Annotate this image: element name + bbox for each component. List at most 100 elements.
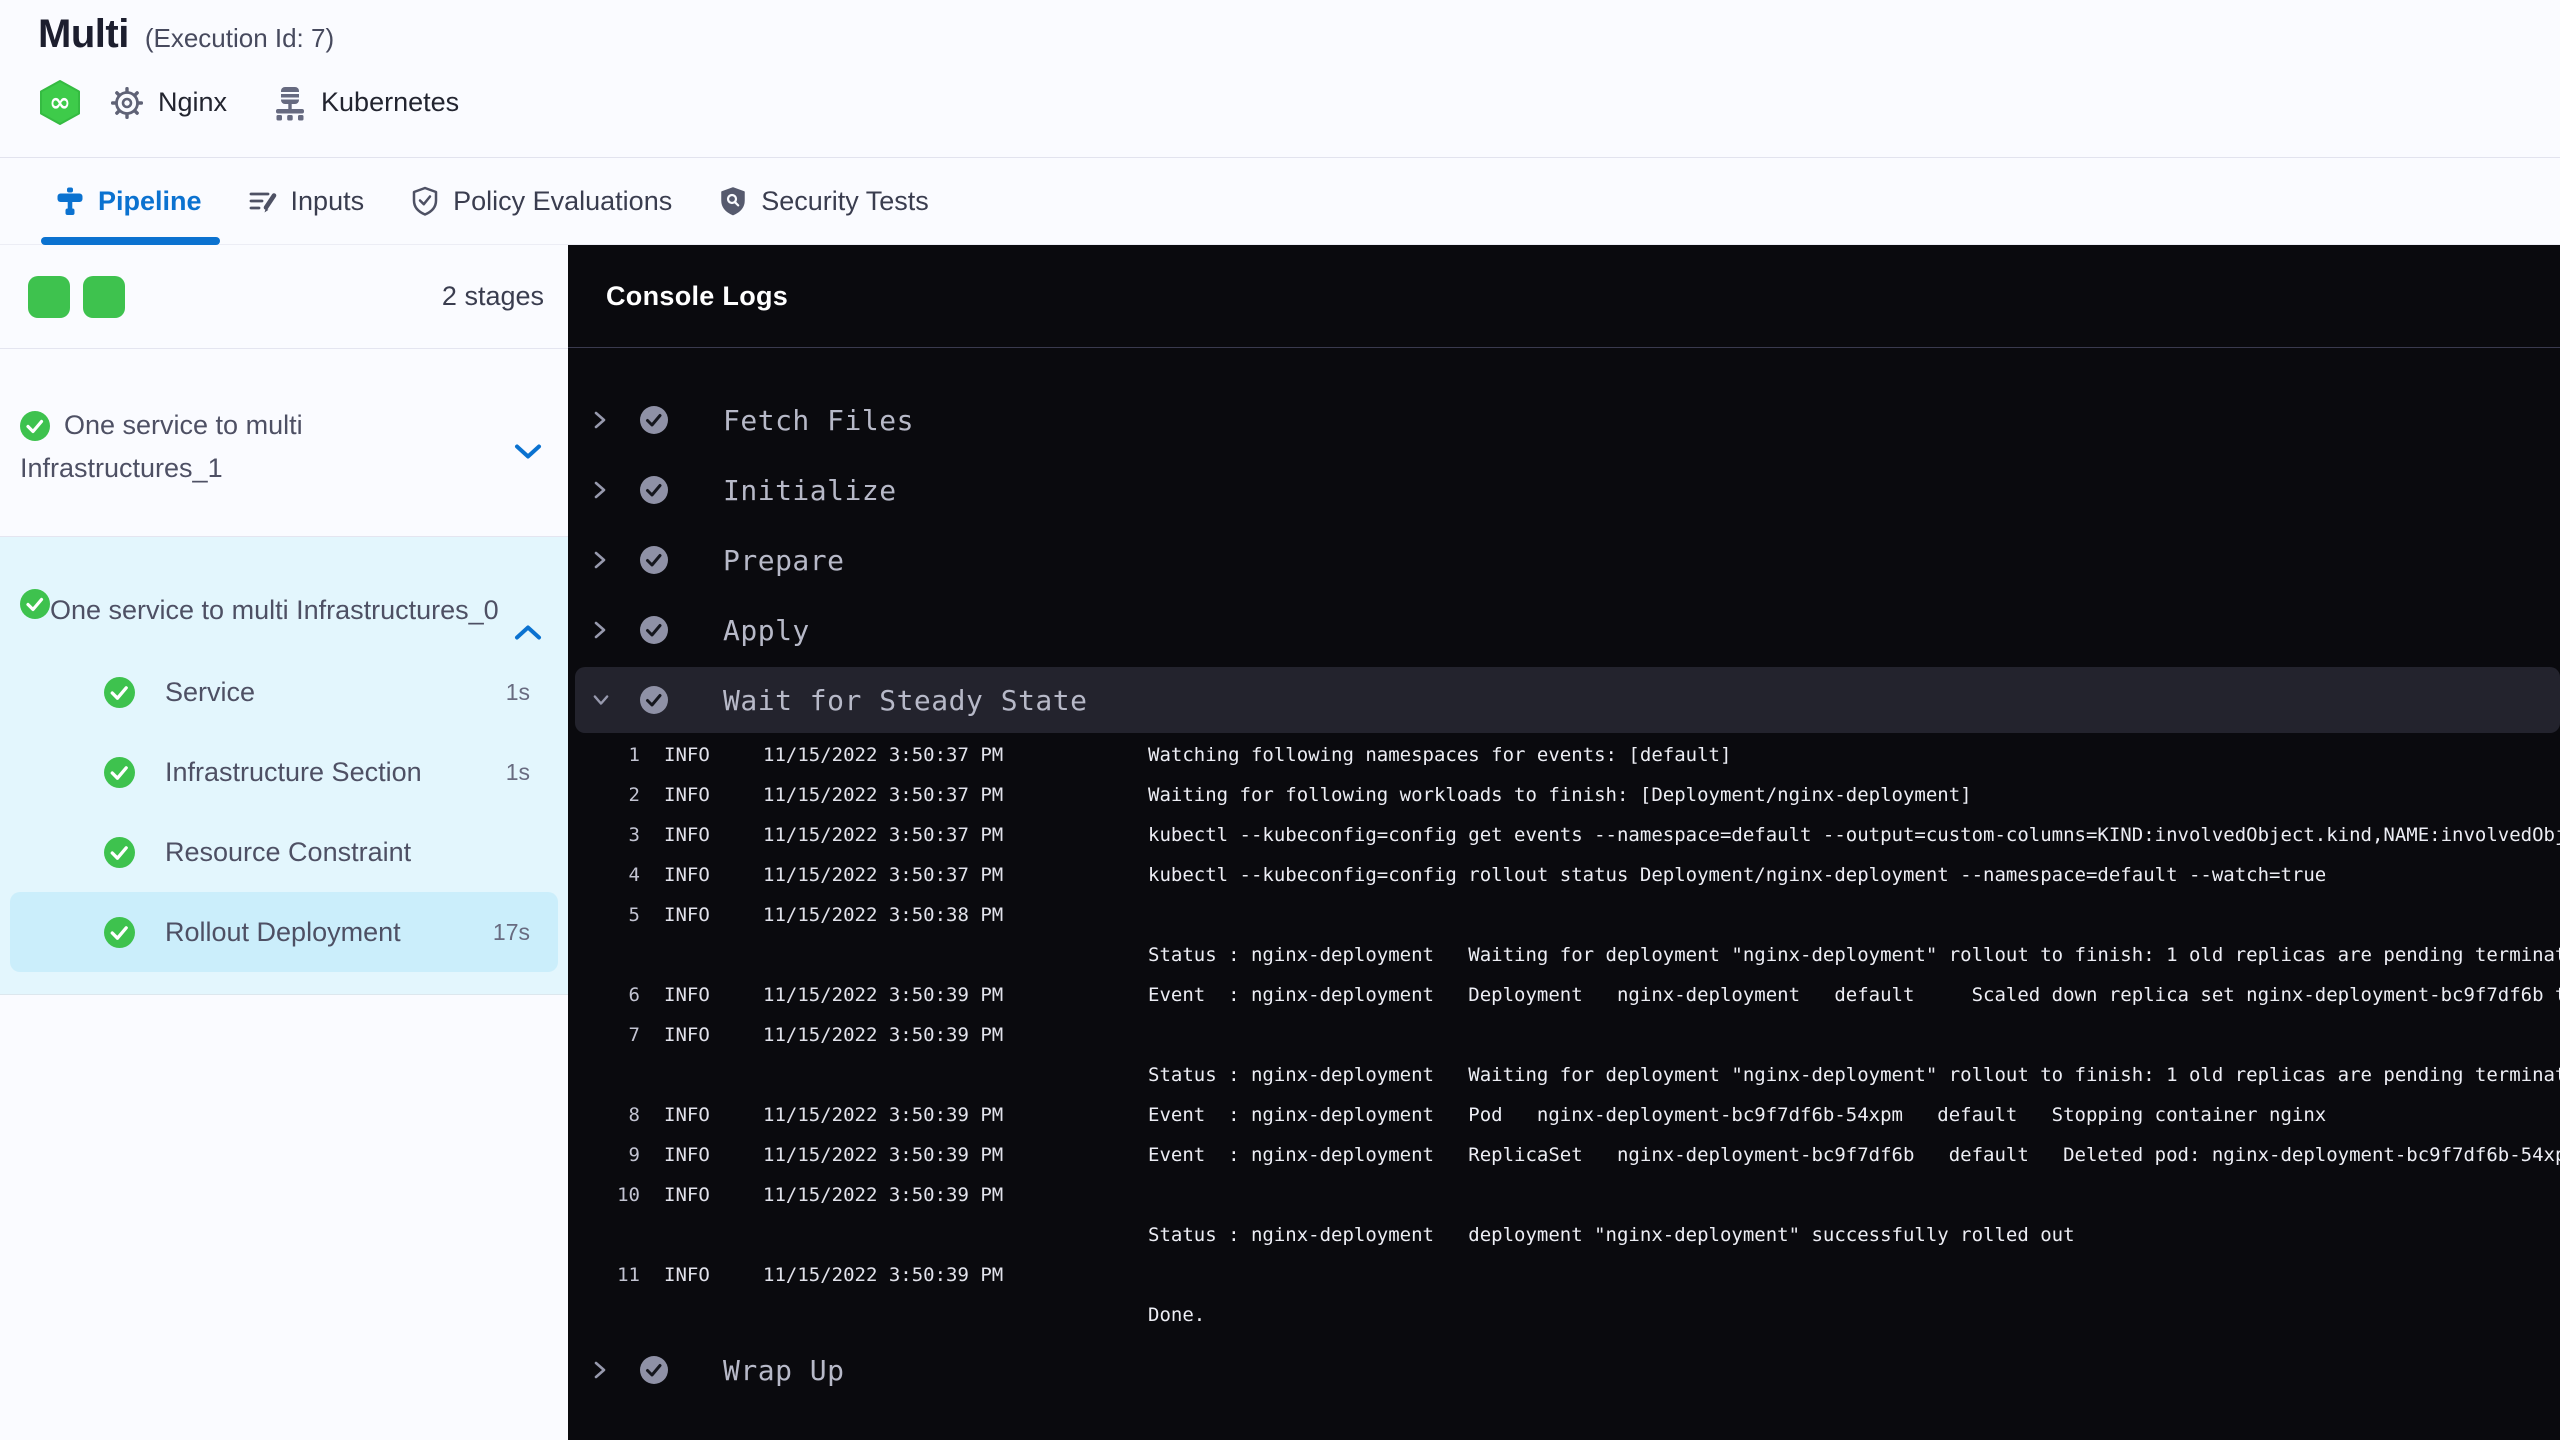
success-check-icon — [20, 589, 50, 628]
gear-icon — [110, 86, 144, 120]
log-time: 11/15/2022 3:50:39 PM — [763, 984, 1004, 1006]
log-line-number — [568, 935, 640, 975]
log-row: 10 INFO 11/15/2022 3:50:39 PM — [568, 1175, 2560, 1215]
log-level: INFO — [664, 1024, 710, 1046]
log-time: 11/15/2022 3:50:37 PM — [763, 824, 1004, 846]
log-line-number: 5 — [628, 904, 640, 926]
log-line-number: 9 — [628, 1144, 640, 1166]
tab-policy-evaluations[interactable]: Policy Evaluations — [410, 158, 672, 244]
console-step-fetch-files[interactable]: Fetch Files — [568, 385, 2560, 455]
chevron-right-icon[interactable] — [593, 551, 609, 569]
log-message: Status : nginx-deployment Waiting for de… — [1148, 944, 2560, 966]
chevron-right-icon[interactable] — [593, 1361, 609, 1379]
log-row: 8 INFO 11/15/2022 3:50:39 PM Event : ngi… — [568, 1095, 2560, 1135]
tab-inputs-label: Inputs — [290, 185, 365, 216]
pipeline-execution-page: Multi (Execution Id: 7) ∞ Nginx Kubernet… — [0, 0, 2560, 1440]
log-row: Done. — [568, 1295, 2560, 1335]
gray-check-circle-icon — [640, 546, 668, 574]
chevron-up-icon[interactable] — [514, 613, 542, 649]
log-level: INFO — [664, 904, 710, 926]
step-label: Resource Constraint — [165, 836, 412, 867]
log-line-number: 10 — [617, 1184, 640, 1206]
log-message: Status : nginx-deployment deployment "ng… — [1148, 1224, 2075, 1246]
log-message: Event : nginx-deployment Deployment ngin… — [1148, 984, 2560, 1006]
tab-pipeline-label: Pipeline — [98, 185, 202, 216]
stage-card-infrastructures-0[interactable]: One service to multi Infrastructures_0 — [0, 537, 568, 652]
page-header: Multi (Execution Id: 7) ∞ Nginx Kubernet… — [0, 0, 2560, 157]
chevron-right-icon[interactable] — [593, 411, 609, 429]
log-message: Waiting for following workloads to finis… — [1148, 784, 1972, 806]
log-level: INFO — [664, 824, 710, 846]
svg-text:∞: ∞ — [49, 88, 71, 118]
tab-inputs[interactable]: Inputs — [248, 158, 365, 244]
chevron-right-icon[interactable] — [593, 481, 609, 499]
log-block: 1 INFO 11/15/2022 3:50:37 PM Watching fo… — [568, 735, 2560, 1335]
console-header: Console Logs — [568, 245, 2560, 348]
log-time: 11/15/2022 3:50:37 PM — [763, 784, 1004, 806]
console-step-wait-for-steady-state[interactable]: Wait for Steady State — [575, 667, 2560, 733]
page-title: Multi — [38, 12, 129, 56]
log-line-number: 3 — [628, 824, 640, 846]
stages-sidebar: 2 stages One service to multi Infrastruc… — [0, 245, 568, 1440]
log-line-number: 11 — [617, 1264, 640, 1286]
stage-status-square[interactable] — [83, 275, 125, 318]
log-row: 2 INFO 11/15/2022 3:50:37 PM Waiting for… — [568, 775, 2560, 815]
log-message: kubectl --kubeconfig=config rollout stat… — [1148, 864, 2327, 886]
infrastructure-name: Kubernetes — [321, 87, 460, 117]
log-message — [1148, 1015, 2560, 1055]
step-duration: 1s — [505, 678, 530, 705]
log-time: 11/15/2022 3:50:39 PM — [763, 1264, 1004, 1286]
tab-security-tests[interactable]: Security Tests — [718, 158, 929, 244]
log-line-number: 6 — [628, 984, 640, 1006]
security-shield-magnifier-icon — [718, 186, 748, 217]
log-row: 5 INFO 11/15/2022 3:50:38 PM — [568, 895, 2560, 935]
console-step-prepare[interactable]: Prepare — [568, 525, 2560, 595]
tab-pipeline[interactable]: Pipeline — [41, 158, 220, 245]
console-step-wrap-up[interactable]: Wrap Up — [568, 1335, 2560, 1405]
log-message: kubectl --kubeconfig=config get events -… — [1148, 824, 2560, 846]
console-step-label: Prepare — [723, 543, 845, 577]
step-service[interactable]: Service 1s — [0, 652, 568, 732]
stage-status-squares[interactable] — [28, 275, 125, 318]
step-rollout-deployment[interactable]: Rollout Deployment 17s — [10, 892, 558, 972]
log-message: Event : nginx-deployment ReplicaSet ngin… — [1148, 1144, 2560, 1166]
step-label: Infrastructure Section — [165, 756, 422, 787]
log-line-number: 2 — [628, 784, 640, 806]
title-row: Multi (Execution Id: 7) — [38, 12, 2560, 57]
success-check-icon — [104, 676, 135, 708]
stage-status-square[interactable] — [28, 275, 70, 318]
console-step-label: Fetch Files — [723, 403, 914, 437]
step-infrastructure-section[interactable]: Infrastructure Section 1s — [0, 732, 568, 812]
console-panel: Console Logs Fetch Files Initialize Prep… — [568, 245, 2560, 1440]
stage-card-infrastructures-1[interactable]: One service to multi Infrastructures_1 — [0, 349, 568, 537]
success-check-icon — [104, 756, 135, 788]
success-check-icon — [104, 916, 135, 948]
log-time: 11/15/2022 3:50:38 PM — [763, 904, 1004, 926]
log-line-number: 8 — [628, 1104, 640, 1126]
log-level: INFO — [664, 1144, 710, 1166]
chevron-down-icon[interactable] — [514, 433, 542, 469]
console-step-apply[interactable]: Apply — [568, 595, 2560, 665]
gray-check-circle-icon — [640, 686, 668, 714]
stage-count-label: 2 stages — [441, 281, 544, 311]
log-row: Status : nginx-deployment Waiting for de… — [568, 1055, 2560, 1095]
log-level: INFO — [664, 1104, 710, 1126]
execution-id: (Execution Id: 7) — [144, 23, 335, 53]
infrastructure-meta: Kubernetes — [273, 85, 459, 121]
log-time: 11/15/2022 3:50:39 PM — [763, 1144, 1004, 1166]
log-line-number — [568, 1055, 640, 1095]
log-line-number — [568, 1295, 640, 1335]
log-line-number: 7 — [628, 1024, 640, 1046]
log-time — [763, 1055, 1148, 1095]
step-label: Rollout Deployment — [165, 916, 401, 947]
log-line-number: 1 — [628, 744, 640, 766]
console-title: Console Logs — [606, 280, 789, 311]
log-line-number — [568, 1215, 640, 1255]
step-resource-constraint[interactable]: Resource Constraint — [0, 812, 568, 892]
log-row: 7 INFO 11/15/2022 3:50:39 PM — [568, 1015, 2560, 1055]
console-step-initialize[interactable]: Initialize — [568, 455, 2560, 525]
step-duration: 17s — [492, 918, 530, 945]
chevron-down-icon[interactable] — [593, 693, 609, 707]
chevron-right-icon[interactable] — [593, 621, 609, 639]
log-time: 11/15/2022 3:50:39 PM — [763, 1104, 1004, 1126]
